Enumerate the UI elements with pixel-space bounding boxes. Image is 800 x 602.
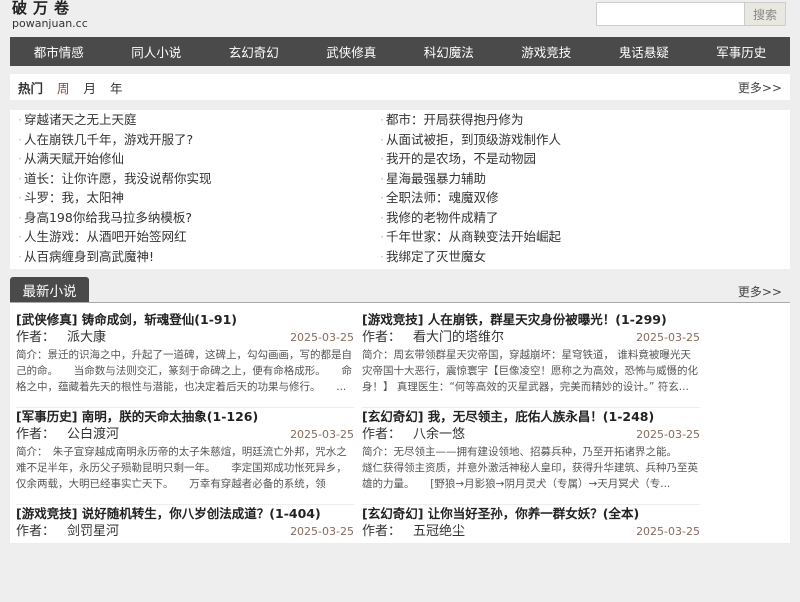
author-label: 作者： [362, 524, 402, 539]
novel-date: 2025-03-25 [290, 331, 354, 344]
novel-date: 2025-03-25 [290, 525, 354, 538]
hot-list: 穿越诸天之无上天庭人在崩铁几千年，游戏开服了?从满天赋开始修仙道长：让你许愿，我… [10, 110, 790, 269]
nav-item[interactable]: 都市情感 [34, 42, 84, 61]
hot-list-right: 都市：开局获得抱丹修为从面试被拒，到顶级游戏制作人我开的是农场，不是动物园星海最… [372, 110, 732, 269]
novel-author-row: 作者： 公白渡河 2025-03-25 [16, 426, 354, 444]
novel-author[interactable]: 公白渡河 [67, 426, 119, 444]
hot-list-item[interactable]: 人在崩铁几千年，游戏开服了? [18, 130, 370, 150]
novel-card: [玄幻奇幻] 我，无尽领主，庇佑人族永昌！(1-248) 作者： 八余一悠 2025… [362, 408, 700, 505]
hot-list-item[interactable]: 从面试被拒，到顶级游戏制作人 [380, 130, 732, 150]
latest-more-link[interactable]: 更多>> [738, 283, 782, 300]
hot-list-item[interactable]: 从百病缠身到高武魔神! [18, 247, 370, 267]
author-label: 作者： [16, 330, 56, 345]
novel-date: 2025-03-25 [636, 525, 700, 538]
novel-title[interactable]: [游戏竞技] 说好随机转生，你八岁创法成道？(1-404) [16, 505, 354, 523]
search-button[interactable]: 搜索 [745, 2, 786, 26]
hot-label: 热门 [18, 80, 44, 96]
novel-author[interactable]: 看大门的塔维尔 [413, 329, 504, 347]
nav-item[interactable]: 军事历史 [716, 42, 766, 61]
hot-list-item[interactable]: 全职法师：魂魔双修 [380, 188, 732, 208]
hot-list-item[interactable]: 我开的是农场，不是动物园 [380, 149, 732, 169]
category-nav: 都市情感 同人小说 玄幻奇幻 武侠修真 科幻魔法 游戏竞技 鬼话悬疑 军事历史 [10, 37, 790, 66]
hot-list-item[interactable]: 道长：让你许愿，我没说帮你实现 [18, 169, 370, 189]
novel-card: [游戏竞技] 人在崩铁，群星天灾身份被曝光！(1-299) 作者： 看大门的塔维尔… [362, 311, 700, 408]
novel-intro: 简介： 朱子宣穿越成南明永历帝的太子朱慈煊，明廷流亡外邦，咒水之难不足半年，永历… [16, 446, 347, 490]
novel-author[interactable]: 五冠绝尘 [413, 523, 465, 541]
hot-list-item[interactable]: 星海最强暴力辅助 [380, 169, 732, 189]
search-form: 搜索 [596, 2, 786, 26]
novel-author[interactable]: 派大康 [67, 329, 106, 347]
latest-header: 最新小说 更多>> [10, 277, 790, 303]
novel-card: [军事历史] 南明，朕的天命太抽象(1-126) 作者： 公白渡河 2025-03-… [16, 408, 354, 505]
novel-card: [玄幻奇幻] 让你当好圣孙，你养一群女妖？(全本) 作者： 五冠绝尘 2025-03… [362, 505, 700, 602]
nav-item[interactable]: 鬼话悬疑 [619, 42, 669, 61]
novel-intro: 简介：无尽领主——拥有建设领地、招募兵种，乃至开拓诸界之能。 燧仁获得领主资质，… [362, 446, 698, 490]
hot-list-item[interactable]: 身高198你给我马拉多纳模板? [18, 208, 370, 228]
novel-title[interactable]: [玄幻奇幻] 让你当好圣孙，你养一群女妖？(全本) [362, 505, 700, 523]
hot-list-item[interactable]: 穿越诸天之无上天庭 [18, 110, 370, 130]
author-label: 作者： [362, 427, 402, 442]
tab-latest[interactable]: 最新小说 [10, 277, 89, 302]
novel-intro: 简介：周玄带领群星天灾帝国，穿越崩坏：星穹铁道， 谁料竟被曝光天灾帝国十大恶行，… [362, 349, 698, 393]
novel-title[interactable]: [游戏竞技] 人在崩铁，群星天灾身份被曝光！(1-299) [362, 311, 700, 329]
novel-author-row: 作者： 五冠绝尘 2025-03-25 [362, 523, 700, 541]
hot-tabs: 热门 周 月 年 更多>> [10, 74, 790, 100]
nav-item[interactable]: 玄幻奇幻 [229, 42, 279, 61]
hot-list-left: 穿越诸天之无上天庭人在崩铁几千年，游戏开服了?从满天赋开始修仙道长：让你许愿，我… [10, 110, 370, 269]
novel-intro [362, 541, 700, 589]
author-label: 作者： [16, 427, 56, 442]
nav-item[interactable]: 科幻魔法 [424, 42, 474, 61]
author-label: 作者： [16, 524, 56, 539]
logo-name: 破万卷 [12, 0, 76, 17]
hot-list-item[interactable]: 从满天赋开始修仙 [18, 149, 370, 169]
novel-card: [游戏竞技] 说好随机转生，你八岁创法成道？(1-404) 作者： 剑罚星河 202… [16, 505, 354, 602]
novel-date: 2025-03-25 [636, 428, 700, 441]
nav-item[interactable]: 同人小说 [131, 42, 181, 61]
novel-title[interactable]: [武侠修真] 铸命成剑，斩魂登仙(1-91) [16, 311, 354, 329]
nav-item[interactable]: 游戏竞技 [521, 42, 571, 61]
novel-title[interactable]: [军事历史] 南明，朕的天命太抽象(1-126) [16, 408, 354, 426]
novel-author-row: 作者： 剑罚星河 2025-03-25 [16, 523, 354, 541]
nav-item[interactable]: 武侠修真 [326, 42, 376, 61]
hot-list-item[interactable]: 都市：开局获得抱丹修为 [380, 110, 732, 130]
search-input[interactable] [596, 2, 745, 26]
hot-list-item[interactable]: 人生游戏：从酒吧开始签网红 [18, 227, 370, 247]
novel-author-row: 作者： 看大门的塔维尔 2025-03-25 [362, 329, 700, 347]
logo-domain: powanjuan.cc [12, 17, 88, 30]
hot-list-item[interactable]: 我绑定了灭世魔女 [380, 247, 732, 267]
novel-date: 2025-03-25 [636, 331, 700, 344]
site-logo[interactable]: 破万卷 powanjuan.cc [12, 0, 88, 31]
novel-card: [武侠修真] 铸命成剑，斩魂登仙(1-91) 作者： 派大康 2025-03-25 … [16, 311, 354, 408]
author-label: 作者： [362, 330, 402, 345]
hot-list-item[interactable]: 我修的老物件成精了 [380, 208, 732, 228]
tab-month[interactable]: 月 [84, 78, 97, 97]
novel-author[interactable]: 八余一悠 [413, 426, 465, 444]
novel-date: 2025-03-25 [290, 428, 354, 441]
novel-author-row: 作者： 八余一悠 2025-03-25 [362, 426, 700, 444]
tab-week[interactable]: 周 [57, 78, 70, 97]
tab-year[interactable]: 年 [110, 78, 123, 97]
novel-title[interactable]: [玄幻奇幻] 我，无尽领主，庇佑人族永昌！(1-248) [362, 408, 700, 426]
latest-list: [武侠修真] 铸命成剑，斩魂登仙(1-91) 作者： 派大康 2025-03-25 … [10, 303, 790, 602]
hot-list-item[interactable]: 斗罗：我，太阳神 [18, 188, 370, 208]
novel-intro: 简介：景迁的识海之中，升起了一道碑，这碑上，勾勾画画，写的都是自己的命。 当命数… [16, 349, 352, 393]
hot-more-link[interactable]: 更多>> [738, 79, 782, 96]
novel-intro [16, 541, 354, 589]
hot-list-item[interactable]: 千年世家：从商鞅变法开始崛起 [380, 227, 732, 247]
novel-author[interactable]: 剑罚星河 [67, 523, 119, 541]
novel-author-row: 作者： 派大康 2025-03-25 [16, 329, 354, 347]
